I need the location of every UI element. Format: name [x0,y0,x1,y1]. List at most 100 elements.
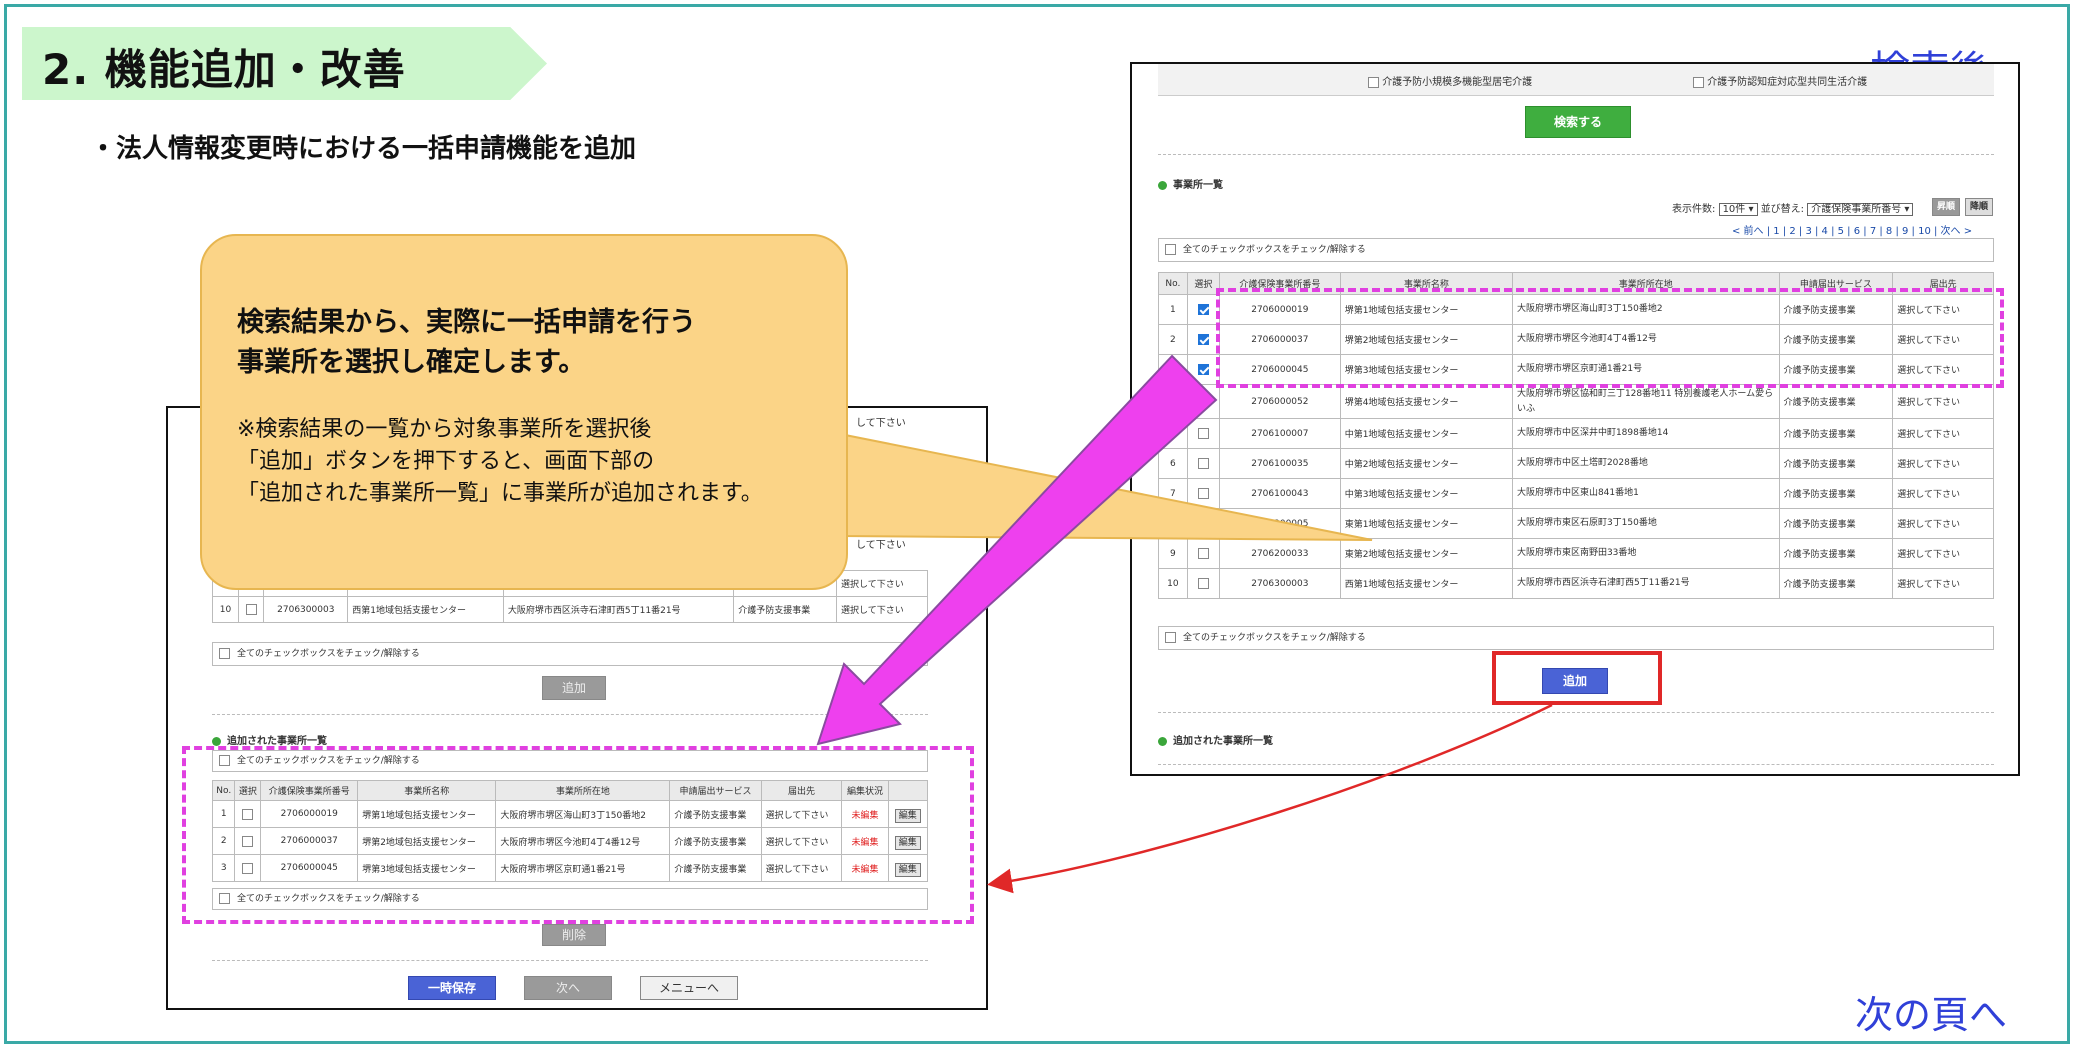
sort-select[interactable]: 介護保険事業所番号 ▾ [1807,203,1914,216]
check-all-row[interactable]: 全てのチェックボックスをチェック/解除する [212,642,928,666]
slide-title: 2. 機能追加・改善 [42,45,406,94]
checkbox[interactable] [1197,518,1209,529]
table-cell: 介護予防支援事業 [1778,478,1894,509]
table-cell: 選択して下さい [835,570,929,597]
table-cell [1186,294,1221,325]
checkbox[interactable] [1197,396,1209,407]
table-cell: 選択して下さい [835,596,929,623]
table-cell: 選択して下さい [1892,508,1994,539]
table-cell: 7 [1158,478,1188,509]
table-cell: 2706200033 [1219,538,1341,569]
checkbox[interactable] [245,604,257,615]
table-cell: 選択して下さい [1892,384,1994,419]
table-row[interactable]: 8 2706200005 東第1地域包括支援センター 大阪府堺市東区石原町3丁150番… [1158,508,1994,539]
sort-asc-button[interactable]: 昇順 [1932,198,1960,216]
table-cell [1186,508,1221,539]
table-cell: 西第1地域包括支援センター [1339,568,1513,599]
table-cell: 2706100007 [1219,418,1341,449]
table-cell: 大阪府堺市西区浜寺石津町西5丁11番21号 [502,596,735,623]
partial-cell-text: して下さい [856,516,906,527]
temp-save-button[interactable]: 一時保存 [408,976,496,1000]
explanation-callout [200,234,848,590]
checkbox-checked[interactable] [1197,304,1209,315]
table-cell: 9 [1158,538,1188,569]
added-list-heading: 追加された事業所一覧 [1158,732,1273,747]
checkbox[interactable] [1197,428,1209,439]
add-button-disabled[interactable]: 追加 [542,676,606,700]
table-row[interactable]: 10 2706300003 西第1地域包括支援センター 大阪府堺市西区浜寺石津町西5丁… [212,596,929,623]
table-cell: 大阪府堺市中区深井中町1898番地14 [1511,418,1780,449]
table-cell: 介護予防支援事業 [1778,508,1894,539]
checkbox-checked[interactable] [1197,364,1209,375]
next-page-link[interactable]: 次の頁へ [1855,984,2007,1039]
table-cell [1186,418,1221,449]
selected-rows-highlight [1216,288,2004,388]
checkbox[interactable] [1197,578,1209,589]
table-cell: 2706000052 [1219,384,1341,419]
callout-main-text: 検索結果から、実際に一括申請を行う 事業所を選択し確定します。 [237,307,696,378]
table-cell: 介護予防支援事業 [1778,418,1894,449]
display-count-select[interactable]: 10件 ▾ [1718,203,1758,216]
table-cell: 2706300003 [263,596,349,623]
slide-subtitle: ・法人情報変更時における一括申請機能を追加 [90,134,637,164]
table-cell: 2706100043 [1219,478,1341,509]
table-cell [1186,538,1221,569]
table-row[interactable]: 9 2706200033東第2地域包括支援センター大阪府堺市東区南野田33番地介護… [1158,538,1994,569]
table-cell: 中第3地域包括支援センター [1339,478,1513,509]
delete-button[interactable]: 削除 [542,924,606,946]
pager[interactable]: < 前へ | 1 | 2 | 3 | 4 | 5 | 6 | 7 | 8 | 9… [1732,222,1972,237]
table-cell: 5 [1158,418,1188,449]
table-cell: 1 [1158,294,1188,325]
partial-cell-text: して下さい [856,448,906,459]
table-cell: 2706100035 [1219,448,1341,479]
table-cell: 選択して下さい [1892,448,1994,479]
check-all-bottom[interactable]: 全てのチェックボックスをチェック/解除する [1158,626,1994,650]
table-cell: 介護予防支援事業 [1778,384,1894,419]
table-cell [1186,324,1221,355]
sort-desc-button[interactable]: 降順 [1965,198,1993,216]
table-cell: 10 [212,596,239,623]
table-cell: 10 [1158,568,1188,599]
table-cell [237,596,265,623]
checkbox[interactable] [1197,458,1209,469]
table-cell: 大阪府堺市西区浜寺石津町西5丁11番21号 [1511,568,1780,599]
table-row[interactable]: 6 2706100035 中第2地域包括支援センター 大阪府堺市中区土塔町2028番地… [1158,448,1994,479]
partial-cell-text: して下さい [856,540,906,551]
office-list-heading: 事業所一覧 [1158,176,1223,191]
table-cell [1186,478,1221,509]
table-cell: 8 [1158,508,1188,539]
checkbox-checked[interactable] [1197,334,1209,345]
checkbox[interactable] [1197,488,1209,499]
menu-button[interactable]: メニューへ [640,976,738,1000]
table-cell: 2 [1158,324,1188,355]
table-cell: 大阪府堺市堺区協和町三丁128番地11 特別養護老人ホーム愛らいふ [1511,384,1780,419]
table-cell: 3 [1158,354,1188,385]
table-cell: 6 [1158,448,1188,479]
option-dementia[interactable]: 介護予防認知症対応型共同生活介護 [1693,73,1867,88]
table-row[interactable]: 5 2706100007 中第1地域包括支援センター 大阪府堺市中区深井中町1898番… [1158,418,1994,449]
search-button[interactable]: 検索する [1525,106,1631,138]
next-button[interactable]: 次へ [524,976,612,1000]
partial-cell-text: して下さい [856,418,906,429]
table-cell: 大阪府堺市中区土塔町2028番地 [1511,448,1780,479]
table-cell: 西第1地域包括支援センター [347,596,504,623]
table-cell: 2706300003 [1219,568,1341,599]
check-all-top[interactable]: 全てのチェックボックスをチェック/解除する [1158,238,1994,262]
table-cell [1186,448,1221,479]
table-row[interactable]: 10 2706300003 西第1地域包括支援センター 大阪府堺市西区浜寺石津町西5丁… [1158,568,1994,599]
table-cell: 選択して下さい [1892,478,1994,509]
table-cell: 介護予防支援事業 [1778,448,1894,479]
table-row[interactable]: 7 2706100043 中第3地域包括支援センター 大阪府堺市中区東山841番地1 介… [1158,478,1994,509]
table-cell: 中第2地域包括支援センター [1339,448,1513,479]
table-cell: 堺第4地域包括支援センター [1339,384,1513,419]
option-small-multi[interactable]: 介護予防小規模多機能型居宅介護 [1368,73,1532,88]
table-cell: 4 [1158,384,1188,419]
checkbox[interactable] [1197,548,1209,559]
table-cell: 大阪府堺市中区東山841番地1 [1511,478,1780,509]
table-cell: 選択して下さい [1892,568,1994,599]
column-header: No. [1158,272,1188,295]
table-cell [1186,354,1221,385]
column-header: 選択 [1186,272,1221,295]
table-cell: 介護予防支援事業 [1778,568,1894,599]
table-row[interactable]: 4 2706000052 堺第4地域包括支援センター 大阪府堺市堺区協和町三丁128番… [1158,384,1994,419]
